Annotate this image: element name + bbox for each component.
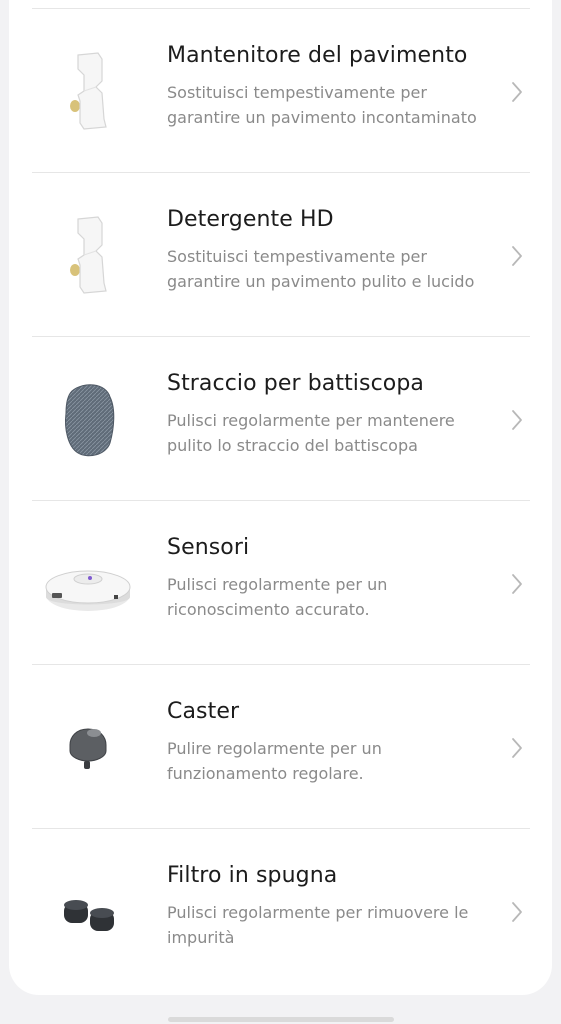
description-line: garantire un pavimento incontaminato [167, 107, 477, 127]
item-description: Sostituisci tempestivamente per garantir… [167, 81, 507, 130]
description-line: Pulisci regolarmente per mantenere [167, 411, 455, 430]
list-item-sponge-filter[interactable]: Filtro in spugna Pulisci regolarmente pe… [32, 829, 530, 993]
item-description: Pulisci regolarmente per un riconoscimen… [167, 573, 507, 622]
description-line: funzionamento regolare. [167, 763, 364, 783]
description-line: Sostituisci tempestivamente per [167, 83, 427, 102]
chevron-right-icon [508, 245, 526, 267]
description-line: Pulisci regolarmente per un [167, 575, 388, 594]
list-item-hd-detergent[interactable]: Detergente HD Sostituisci tempestivament… [32, 173, 530, 337]
list-item-baseboard-mop[interactable]: Straccio per battiscopa Pulisci regolarm… [32, 337, 530, 501]
robot-vacuum-sensor-icon [44, 537, 132, 629]
chevron-right-icon [508, 409, 526, 431]
chevron-right-icon [508, 81, 526, 103]
description-line: riconoscimento accurato. [167, 599, 370, 619]
list-item-floor-cleaner[interactable]: Mantenitore del pavimento Sostituisci te… [32, 9, 530, 173]
item-description: Pulire regolarmente per un funzionamento… [167, 737, 507, 786]
caster-wheel-icon [44, 701, 132, 793]
list-item-sensors[interactable]: Sensori Pulisci regolarmente per un rico… [32, 501, 530, 665]
list-item-caster[interactable]: Caster Pulire regolarmente per un funzio… [32, 665, 530, 829]
chevron-right-icon [508, 737, 526, 759]
description-line: Sostituisci tempestivamente per [167, 247, 427, 266]
description-line: garantire un pavimento pulito e lucido [167, 271, 475, 291]
item-title: Straccio per battiscopa [167, 371, 424, 396]
description-line: Pulire regolarmente per un [167, 739, 382, 758]
hd-detergent-bottle-icon [44, 209, 132, 301]
item-title: Sensori [167, 535, 250, 560]
item-description: Sostituisci tempestivamente per garantir… [167, 245, 507, 294]
chevron-right-icon [508, 573, 526, 595]
sponge-filter-icon [44, 865, 132, 957]
item-title: Filtro in spugna [167, 863, 338, 888]
description-line: pulito lo straccio del battiscopa [167, 435, 418, 455]
item-title: Detergente HD [167, 207, 334, 232]
item-title: Mantenitore del pavimento [167, 43, 468, 68]
chevron-right-icon [508, 901, 526, 923]
description-line: Pulisci regolarmente per rimuovere le [167, 903, 469, 922]
item-title: Caster [167, 699, 240, 724]
home-indicator[interactable] [168, 1017, 394, 1022]
item-description: Pulisci regolarmente per rimuovere le im… [167, 901, 507, 950]
item-description: Pulisci regolarmente per mantenere pulit… [167, 409, 507, 458]
baseboard-mop-icon [44, 373, 132, 465]
floor-cleaner-bottle-icon [44, 45, 132, 137]
description-line: impurità [167, 927, 235, 947]
